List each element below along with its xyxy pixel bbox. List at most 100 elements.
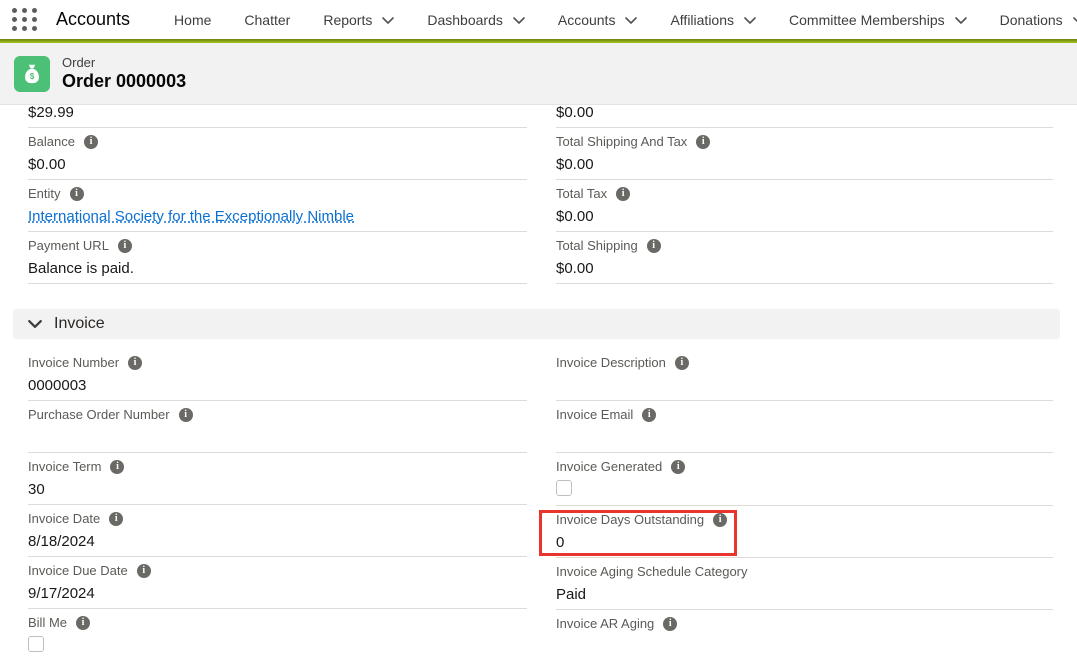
field-total-shipping-and-tax: Total Shipping And Tax i $0.00 bbox=[556, 128, 1053, 180]
field-label: Invoice Aging Schedule Category bbox=[556, 564, 748, 580]
field-label: Payment URL bbox=[28, 238, 109, 254]
info-icon[interactable]: i bbox=[118, 239, 132, 253]
record-object-label: Order bbox=[62, 55, 186, 70]
field-label: Invoice Term bbox=[28, 459, 101, 475]
field-column-right: $0.00Total Shipping And Taxi$0.00Total T… bbox=[556, 105, 1053, 284]
chevron-down-icon bbox=[382, 17, 394, 24]
nav-tab-accounts[interactable]: Accounts bbox=[558, 12, 638, 28]
chevron-down-icon bbox=[513, 17, 525, 24]
field-value: $0.00 bbox=[556, 259, 1053, 279]
section-header-invoice[interactable]: Invoice bbox=[13, 309, 1060, 339]
field-column-right: Invoice DescriptioniInvoice EmailiInvoic… bbox=[556, 349, 1053, 661]
field-invoice-term: Invoice Term i 30 bbox=[28, 453, 527, 505]
field-invoice-email: Invoice Email i bbox=[556, 401, 1053, 453]
field-invoice-date: Invoice Date i 8/18/2024 bbox=[28, 505, 527, 557]
field-balance: Balance i $0.00 bbox=[28, 128, 527, 180]
field-label: Total Shipping And Tax bbox=[556, 134, 687, 150]
field-invoice-generated: Invoice Generated i bbox=[556, 453, 1053, 506]
nav-tab-donations[interactable]: Donations bbox=[1000, 12, 1077, 28]
field-value: 0000003 bbox=[28, 376, 527, 396]
field-value: $0.00 bbox=[28, 155, 527, 175]
checkbox-unchecked bbox=[556, 480, 572, 496]
chevron-down-icon bbox=[955, 17, 967, 24]
field-29-99: $29.99 bbox=[28, 103, 527, 128]
field-value: 8/18/2024 bbox=[28, 532, 527, 552]
field-label: Invoice Description bbox=[556, 355, 666, 371]
money-bag-icon: $ bbox=[14, 56, 50, 92]
nav-tab-chatter[interactable]: Chatter bbox=[244, 12, 290, 28]
info-icon[interactable]: i bbox=[109, 512, 123, 526]
field-purchase-order-number: Purchase Order Number i bbox=[28, 401, 527, 453]
nav-tab-affiliations[interactable]: Affiliations bbox=[670, 12, 756, 28]
field-bill-me: Bill Me i bbox=[28, 609, 527, 661]
info-icon[interactable]: i bbox=[713, 513, 727, 527]
nav-tab-committee-memberships[interactable]: Committee Memberships bbox=[789, 12, 967, 28]
info-icon[interactable]: i bbox=[110, 460, 124, 474]
info-icon[interactable]: i bbox=[137, 564, 151, 578]
field-label: Invoice Email bbox=[556, 407, 633, 423]
field-label: Invoice AR Aging bbox=[556, 616, 654, 632]
field-label: Invoice Date bbox=[28, 511, 100, 527]
field-invoice-aging-schedule-category: Invoice Aging Schedule Category Paid bbox=[556, 558, 1053, 610]
info-icon[interactable]: i bbox=[671, 460, 685, 474]
nav-tab-label: Dashboards bbox=[427, 12, 503, 28]
chevron-down-icon bbox=[28, 320, 42, 328]
field-label: Invoice Days Outstanding bbox=[556, 512, 704, 528]
nav-tab-home[interactable]: Home bbox=[174, 12, 211, 28]
svg-text:$: $ bbox=[30, 72, 35, 81]
nav-tab-label: Donations bbox=[1000, 12, 1063, 28]
field-value: International Society for the Exceptiona… bbox=[28, 207, 527, 227]
info-icon[interactable]: i bbox=[663, 617, 677, 631]
chevron-down-icon bbox=[625, 17, 637, 24]
field-0-00: $0.00 bbox=[556, 103, 1053, 128]
field-column-left: $29.99 Balance i $0.00 EntityiInternational … bbox=[28, 105, 527, 284]
record-header: $ Order Order 0000003 bbox=[0, 43, 1077, 105]
chevron-down-icon bbox=[744, 17, 756, 24]
field-value: $29.99 bbox=[28, 103, 527, 124]
nav-tab-label: Accounts bbox=[558, 12, 616, 28]
nav-tab-reports[interactable]: Reports bbox=[323, 12, 394, 28]
field-value bbox=[556, 637, 1053, 657]
info-icon[interactable]: i bbox=[642, 408, 656, 422]
info-icon[interactable]: i bbox=[70, 187, 84, 201]
entity-link[interactable]: International Society for the Exceptiona… bbox=[28, 208, 354, 225]
field-value: $0.00 bbox=[556, 155, 1053, 175]
nav-tab-label: Chatter bbox=[244, 12, 290, 28]
field-value: Paid bbox=[556, 585, 1053, 605]
info-icon[interactable]: i bbox=[128, 356, 142, 370]
info-icon[interactable]: i bbox=[84, 135, 98, 149]
field-value bbox=[556, 428, 1053, 448]
nav-tab-label: Home bbox=[174, 12, 211, 28]
field-value: Balance is paid. bbox=[28, 259, 527, 279]
field-label: Purchase Order Number bbox=[28, 407, 170, 423]
field-value bbox=[28, 428, 527, 448]
field-value bbox=[556, 376, 1053, 396]
field-invoice-number: Invoice Numberi0000003 bbox=[28, 349, 527, 401]
nav-tab-dashboards[interactable]: Dashboards bbox=[427, 12, 525, 28]
nav-tabbar: Home Chatter Reports Dashboards Accounts Affi… bbox=[174, 12, 1077, 28]
field-label: Total Tax bbox=[556, 186, 607, 202]
checkbox-unchecked bbox=[28, 636, 44, 652]
field-label: Bill Me bbox=[28, 615, 67, 631]
app-launcher-icon[interactable] bbox=[12, 8, 38, 32]
field-column-left: Invoice Numberi0000003Purchase Order Num… bbox=[28, 349, 527, 661]
nav-tab-label: Affiliations bbox=[670, 12, 734, 28]
field-value: 30 bbox=[28, 480, 527, 500]
section-title: Invoice bbox=[54, 315, 105, 333]
field-entity: EntityiInternational Society for the Exc… bbox=[28, 180, 527, 232]
field-value: $0.00 bbox=[556, 103, 1053, 124]
field-payment-url: Payment URL i Balance is paid. bbox=[28, 232, 527, 284]
nav-tab-label: Reports bbox=[323, 12, 372, 28]
field-label: Balance bbox=[28, 134, 75, 150]
info-icon[interactable]: i bbox=[696, 135, 710, 149]
info-icon[interactable]: i bbox=[179, 408, 193, 422]
field-label: Invoice Generated bbox=[556, 459, 662, 475]
info-icon[interactable]: i bbox=[616, 187, 630, 201]
info-icon[interactable]: i bbox=[76, 616, 90, 630]
info-icon[interactable]: i bbox=[675, 356, 689, 370]
field-total-tax: Total Tax i $0.00 bbox=[556, 180, 1053, 232]
field-total-shipping: Total Shippingi$0.00 bbox=[556, 232, 1053, 284]
field-value: $0.00 bbox=[556, 207, 1053, 227]
info-icon[interactable]: i bbox=[647, 239, 661, 253]
nav-tab-label: Committee Memberships bbox=[789, 12, 945, 28]
